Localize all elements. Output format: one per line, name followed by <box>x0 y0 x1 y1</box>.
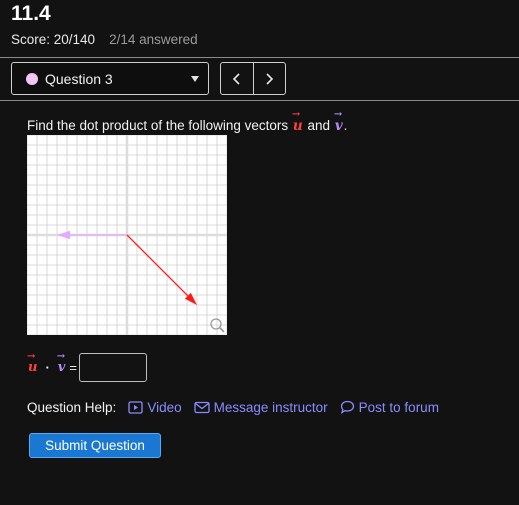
dot-operator: · <box>45 360 50 375</box>
question-select-label: Question 3 <box>45 70 113 87</box>
question-select[interactable]: Question 3 <box>11 62 209 95</box>
vector-v-symbol: v <box>334 109 344 134</box>
page-title: 11.4 <box>11 2 51 25</box>
equals-sign: = <box>69 360 77 375</box>
vector-v-arrowhead <box>57 230 70 240</box>
question-help: Question Help: Video Message instructor … <box>27 398 451 416</box>
post-to-forum-link[interactable]: Post to forum <box>340 400 439 415</box>
page: 11.4 Score: 20/140 2/14 answered Question… <box>0 0 519 505</box>
prompt-conjunction: and <box>307 118 331 133</box>
previous-question-button[interactable] <box>221 63 253 94</box>
vector-u-shaft <box>126 234 189 297</box>
video-link[interactable]: Video <box>128 399 182 415</box>
vector-graph <box>26 134 228 336</box>
magnifier-handle <box>218 326 225 333</box>
speech-bubble-icon <box>340 400 354 414</box>
message-instructor-label: Message instructor <box>213 399 328 415</box>
answered-count: 2/14 answered <box>109 32 198 47</box>
video-icon <box>128 400 143 414</box>
score-line: Score: 20/140 2/14 answered <box>11 32 198 47</box>
question-nav-group <box>220 62 286 95</box>
answer-vector-u: u <box>27 351 38 375</box>
prompt-period: . <box>343 118 348 133</box>
next-question-button[interactable] <box>252 63 286 94</box>
answer-vector-v: v <box>57 351 67 375</box>
submit-question-button[interactable]: Submit Question <box>29 433 161 458</box>
chevron-left-icon <box>232 72 240 85</box>
post-to-forum-label: Post to forum <box>358 399 439 415</box>
caret-down-icon <box>191 76 199 82</box>
vector-u-symbol: u <box>292 109 304 134</box>
divider-top <box>0 57 519 58</box>
score-text: Score: 20/140 <box>11 32 96 47</box>
question-help-label: Question Help: <box>27 399 117 415</box>
answer-row: u · v = <box>27 351 147 383</box>
envelope-icon <box>193 401 210 413</box>
dot-product-answer-input[interactable] <box>78 353 147 382</box>
graph-canvas <box>26 134 228 336</box>
question-status-dot <box>26 72 38 85</box>
chevron-right-icon <box>266 72 274 85</box>
video-link-label: Video <box>147 399 182 415</box>
question-prompt: Find the dot product of the following ve… <box>27 109 348 134</box>
message-instructor-link[interactable]: Message instructor <box>193 399 328 415</box>
divider-bottom <box>0 100 519 101</box>
prompt-text: Find the dot product of the following ve… <box>27 118 289 133</box>
